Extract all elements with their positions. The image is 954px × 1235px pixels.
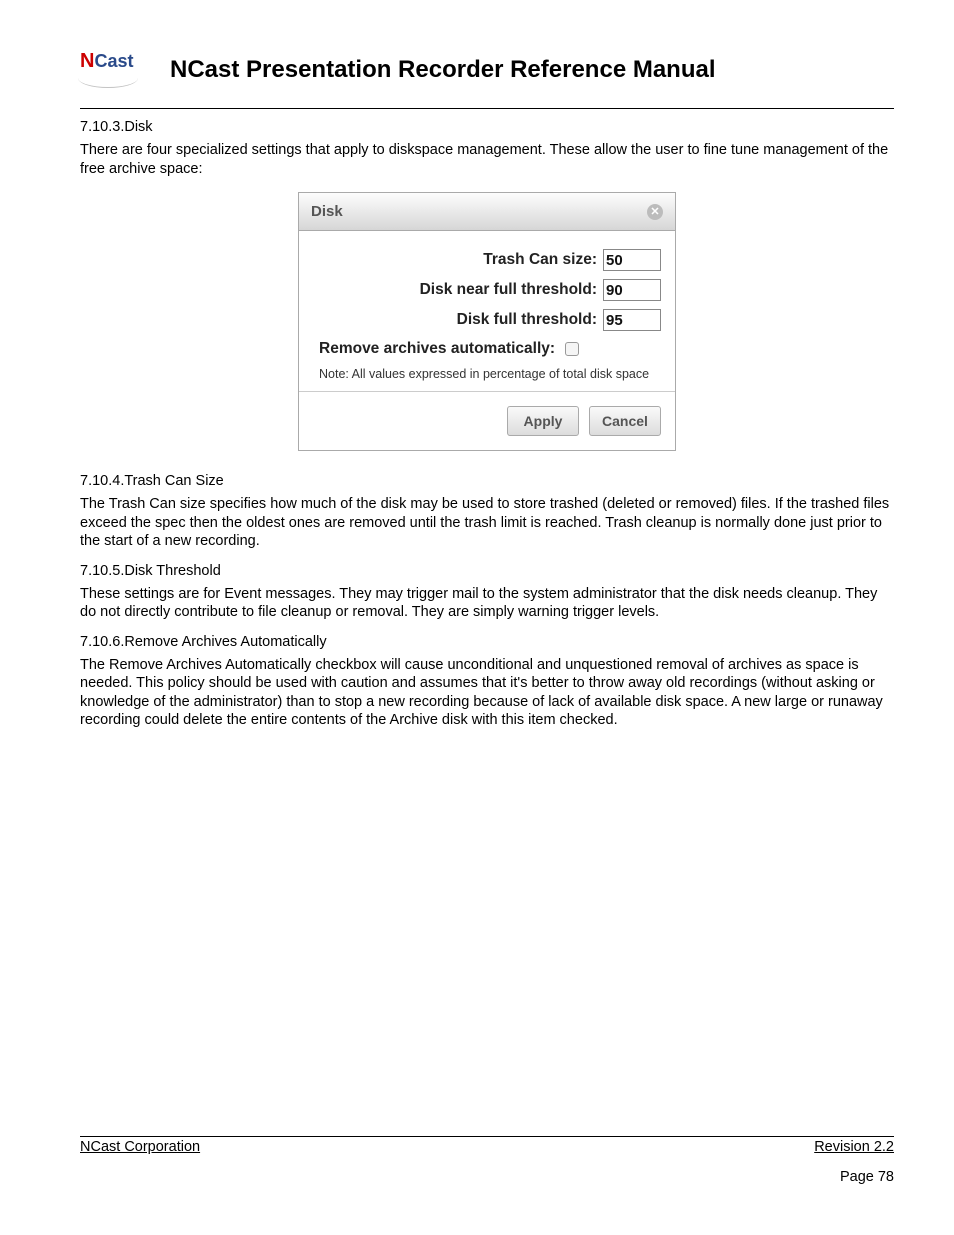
section-number: 7.10.4. — [80, 473, 124, 489]
section-paragraph: These settings are for Event messages. T… — [80, 585, 894, 622]
document-title: NCast Presentation Recorder Reference Ma… — [170, 56, 716, 84]
section-title: Remove Archives Automatically — [124, 634, 326, 650]
disk-dialog: Disk ✕ Trash Can size: Disk near full th… — [298, 192, 676, 451]
trash-can-size-input[interactable] — [603, 249, 661, 271]
section-title: Trash Can Size — [124, 473, 223, 489]
section-paragraph: The Trash Can size specifies how much of… — [80, 495, 894, 551]
header-rule — [80, 108, 894, 109]
section-number: 7.10.3. — [80, 119, 124, 135]
footer-line: NCast Corporation Revision 2.2 — [80, 1136, 894, 1155]
disk-full-input[interactable] — [603, 309, 661, 331]
remove-archives-label: Remove archives automatically: — [319, 340, 555, 358]
footer-revision: Revision 2.2 — [814, 1139, 894, 1155]
trash-can-size-label: Trash Can size: — [483, 251, 597, 269]
section-title: Disk Threshold — [124, 563, 220, 579]
section-paragraph: The Remove Archives Automatically checkb… — [80, 656, 894, 730]
section-heading-trash-can-size: 7.10.4.Trash Can Size — [80, 473, 894, 489]
section-paragraph: There are four specialized settings that… — [80, 141, 894, 178]
apply-button[interactable]: Apply — [507, 406, 579, 436]
close-icon[interactable]: ✕ — [647, 204, 663, 220]
logo-letter-n: N — [80, 50, 94, 72]
section-title: Disk — [124, 119, 152, 135]
dialog-title: Disk — [311, 203, 343, 220]
page-number: Page 78 — [80, 1169, 894, 1185]
section-heading-disk-threshold: 7.10.5.Disk Threshold — [80, 563, 894, 579]
dialog-note: Note: All values expressed in percentage… — [319, 367, 661, 381]
disk-near-full-input[interactable] — [603, 279, 661, 301]
disk-full-label: Disk full threshold: — [457, 311, 597, 329]
disk-near-full-label: Disk near full threshold: — [420, 281, 597, 299]
ncast-logo: NCast — [80, 50, 140, 90]
remove-archives-checkbox[interactable] — [565, 342, 579, 356]
logo-rest: Cast — [94, 51, 133, 71]
footer-company: NCast Corporation — [80, 1139, 200, 1155]
section-number: 7.10.6. — [80, 634, 124, 650]
section-heading-remove-archives: 7.10.6.Remove Archives Automatically — [80, 634, 894, 650]
dialog-titlebar: Disk ✕ — [299, 193, 675, 231]
cancel-button[interactable]: Cancel — [589, 406, 661, 436]
section-number: 7.10.5. — [80, 563, 124, 579]
section-heading-disk: 7.10.3.Disk — [80, 119, 894, 135]
